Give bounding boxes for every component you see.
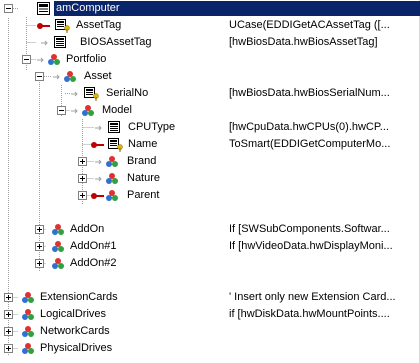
node-label: LogicalDrives [40, 308, 107, 320]
node-value: [hwBiosData.hwBiosAssetTag] [229, 36, 378, 48]
link-icon [36, 52, 60, 67]
tree-node-extensioncards[interactable]: ExtensionCards ' Insert only new Extensi… [0, 289, 420, 306]
tree-node-biosassettag[interactable]: BIOSAssetTag [hwBiosData.hwBiosAssetTag] [0, 34, 420, 51]
expand-icon[interactable] [4, 310, 13, 319]
expand-icon[interactable] [4, 327, 13, 336]
expand-icon[interactable] [4, 344, 13, 353]
tree-node-networkcards[interactable]: NetworkCards [0, 323, 420, 340]
node-label: Nature [127, 172, 161, 184]
expand-icon[interactable] [35, 225, 44, 234]
tree-node-serialno[interactable]: SerialNo [hwBiosData.hwBiosSerialNum... [0, 85, 420, 102]
node-label: Brand [127, 155, 157, 167]
link-icon [52, 69, 76, 84]
key-field-icon [70, 86, 99, 101]
node-value: If [SWSubComponents.Softwar... [229, 223, 390, 235]
field-icon [94, 120, 120, 135]
node-value: ' Insert only new Extension Card... [229, 291, 396, 303]
key-field-icon [36, 18, 70, 33]
tree-node-addon[interactable]: AddOn If [SWSubComponents.Softwar... [0, 221, 420, 238]
node-label: AssetTag [76, 19, 122, 31]
node-label: Asset [84, 70, 112, 82]
node-label: PhysicalDrives [40, 342, 113, 354]
field-icon [40, 35, 66, 50]
link-icon [94, 171, 118, 186]
mapping-tree[interactable]: amComputer AssetTag UCase(EDDIGetACAsset… [0, 0, 420, 363]
tree-node-addon-2[interactable]: AddOn#2 [0, 255, 420, 272]
link-icon [48, 239, 68, 254]
node-label: Model [102, 104, 132, 116]
node-label: SerialNo [106, 87, 149, 99]
collection-icon [18, 290, 38, 305]
node-label: AddOn#1 [70, 240, 117, 252]
link-icon [48, 256, 68, 271]
node-value: if [hwDiskData.hwMountPoints.... [229, 308, 390, 320]
link-icon [48, 222, 68, 237]
node-label: NetworkCards [40, 325, 110, 337]
node-value: UCase(EDDIGetACAssetTag ([... [229, 19, 390, 31]
collection-icon [18, 324, 38, 339]
table-icon [36, 1, 54, 16]
node-label: Parent [127, 189, 160, 201]
collapse-icon[interactable] [35, 72, 44, 81]
node-value: ToSmart(EDDIGetComputerMo... [229, 138, 391, 150]
tree-node-portfolio[interactable]: Portfolio [0, 51, 420, 68]
collapse-icon[interactable] [57, 106, 66, 115]
node-label: BIOSAssetTag [80, 36, 152, 48]
node-label: Portfolio [66, 53, 107, 65]
link-icon [70, 103, 94, 118]
expand-icon[interactable] [78, 157, 87, 166]
collapse-icon[interactable] [4, 4, 13, 13]
collection-icon [18, 341, 38, 356]
node-value: If [hwVideoData.hwDisplayMoni... [229, 240, 393, 252]
tree-node-model[interactable]: Model [0, 102, 420, 119]
tree-node-parent[interactable]: Parent [0, 187, 420, 204]
tree-node-assettag[interactable]: AssetTag UCase(EDDIGetACAssetTag ([... [0, 17, 420, 34]
node-label: AddOn#2 [70, 257, 117, 269]
node-label: CPUType [128, 121, 176, 133]
expand-icon[interactable] [35, 259, 44, 268]
expand-icon[interactable] [78, 174, 87, 183]
tree-node-nature[interactable]: Nature [0, 170, 420, 187]
key-field-icon [90, 137, 123, 152]
node-label: Name [128, 138, 158, 150]
node-value: [hwCpuData.hwCPUs(0).hwCP... [229, 121, 389, 133]
expand-icon[interactable] [78, 191, 87, 200]
tree-node-name[interactable]: Name ToSmart(EDDIGetComputerMo... [0, 136, 420, 153]
tree-node-root[interactable]: amComputer [0, 0, 420, 17]
collapse-icon[interactable] [22, 55, 31, 64]
node-value: [hwBiosData.hwBiosSerialNum... [229, 87, 390, 99]
tree-node-physicaldrives[interactable]: PhysicalDrives [0, 340, 420, 357]
key-link-icon [90, 188, 118, 203]
expand-icon[interactable] [4, 293, 13, 302]
tree-node-cputype[interactable]: CPUType [hwCpuData.hwCPUs(0).hwCP... [0, 119, 420, 136]
tree-node-asset[interactable]: Asset [0, 68, 420, 85]
tree-node-brand[interactable]: Brand [0, 153, 420, 170]
node-label: AddOn [70, 223, 105, 235]
node-label: amComputer [56, 2, 120, 14]
tree-node-logicaldrives[interactable]: LogicalDrives if [hwDiskData.hwMountPoin… [0, 306, 420, 323]
tree-node-addon-1[interactable]: AddOn#1 If [hwVideoData.hwDisplayMoni... [0, 238, 420, 255]
expand-icon[interactable] [35, 242, 44, 251]
node-label: ExtensionCards [40, 291, 118, 303]
link-icon [94, 154, 118, 169]
collection-icon [18, 307, 38, 322]
